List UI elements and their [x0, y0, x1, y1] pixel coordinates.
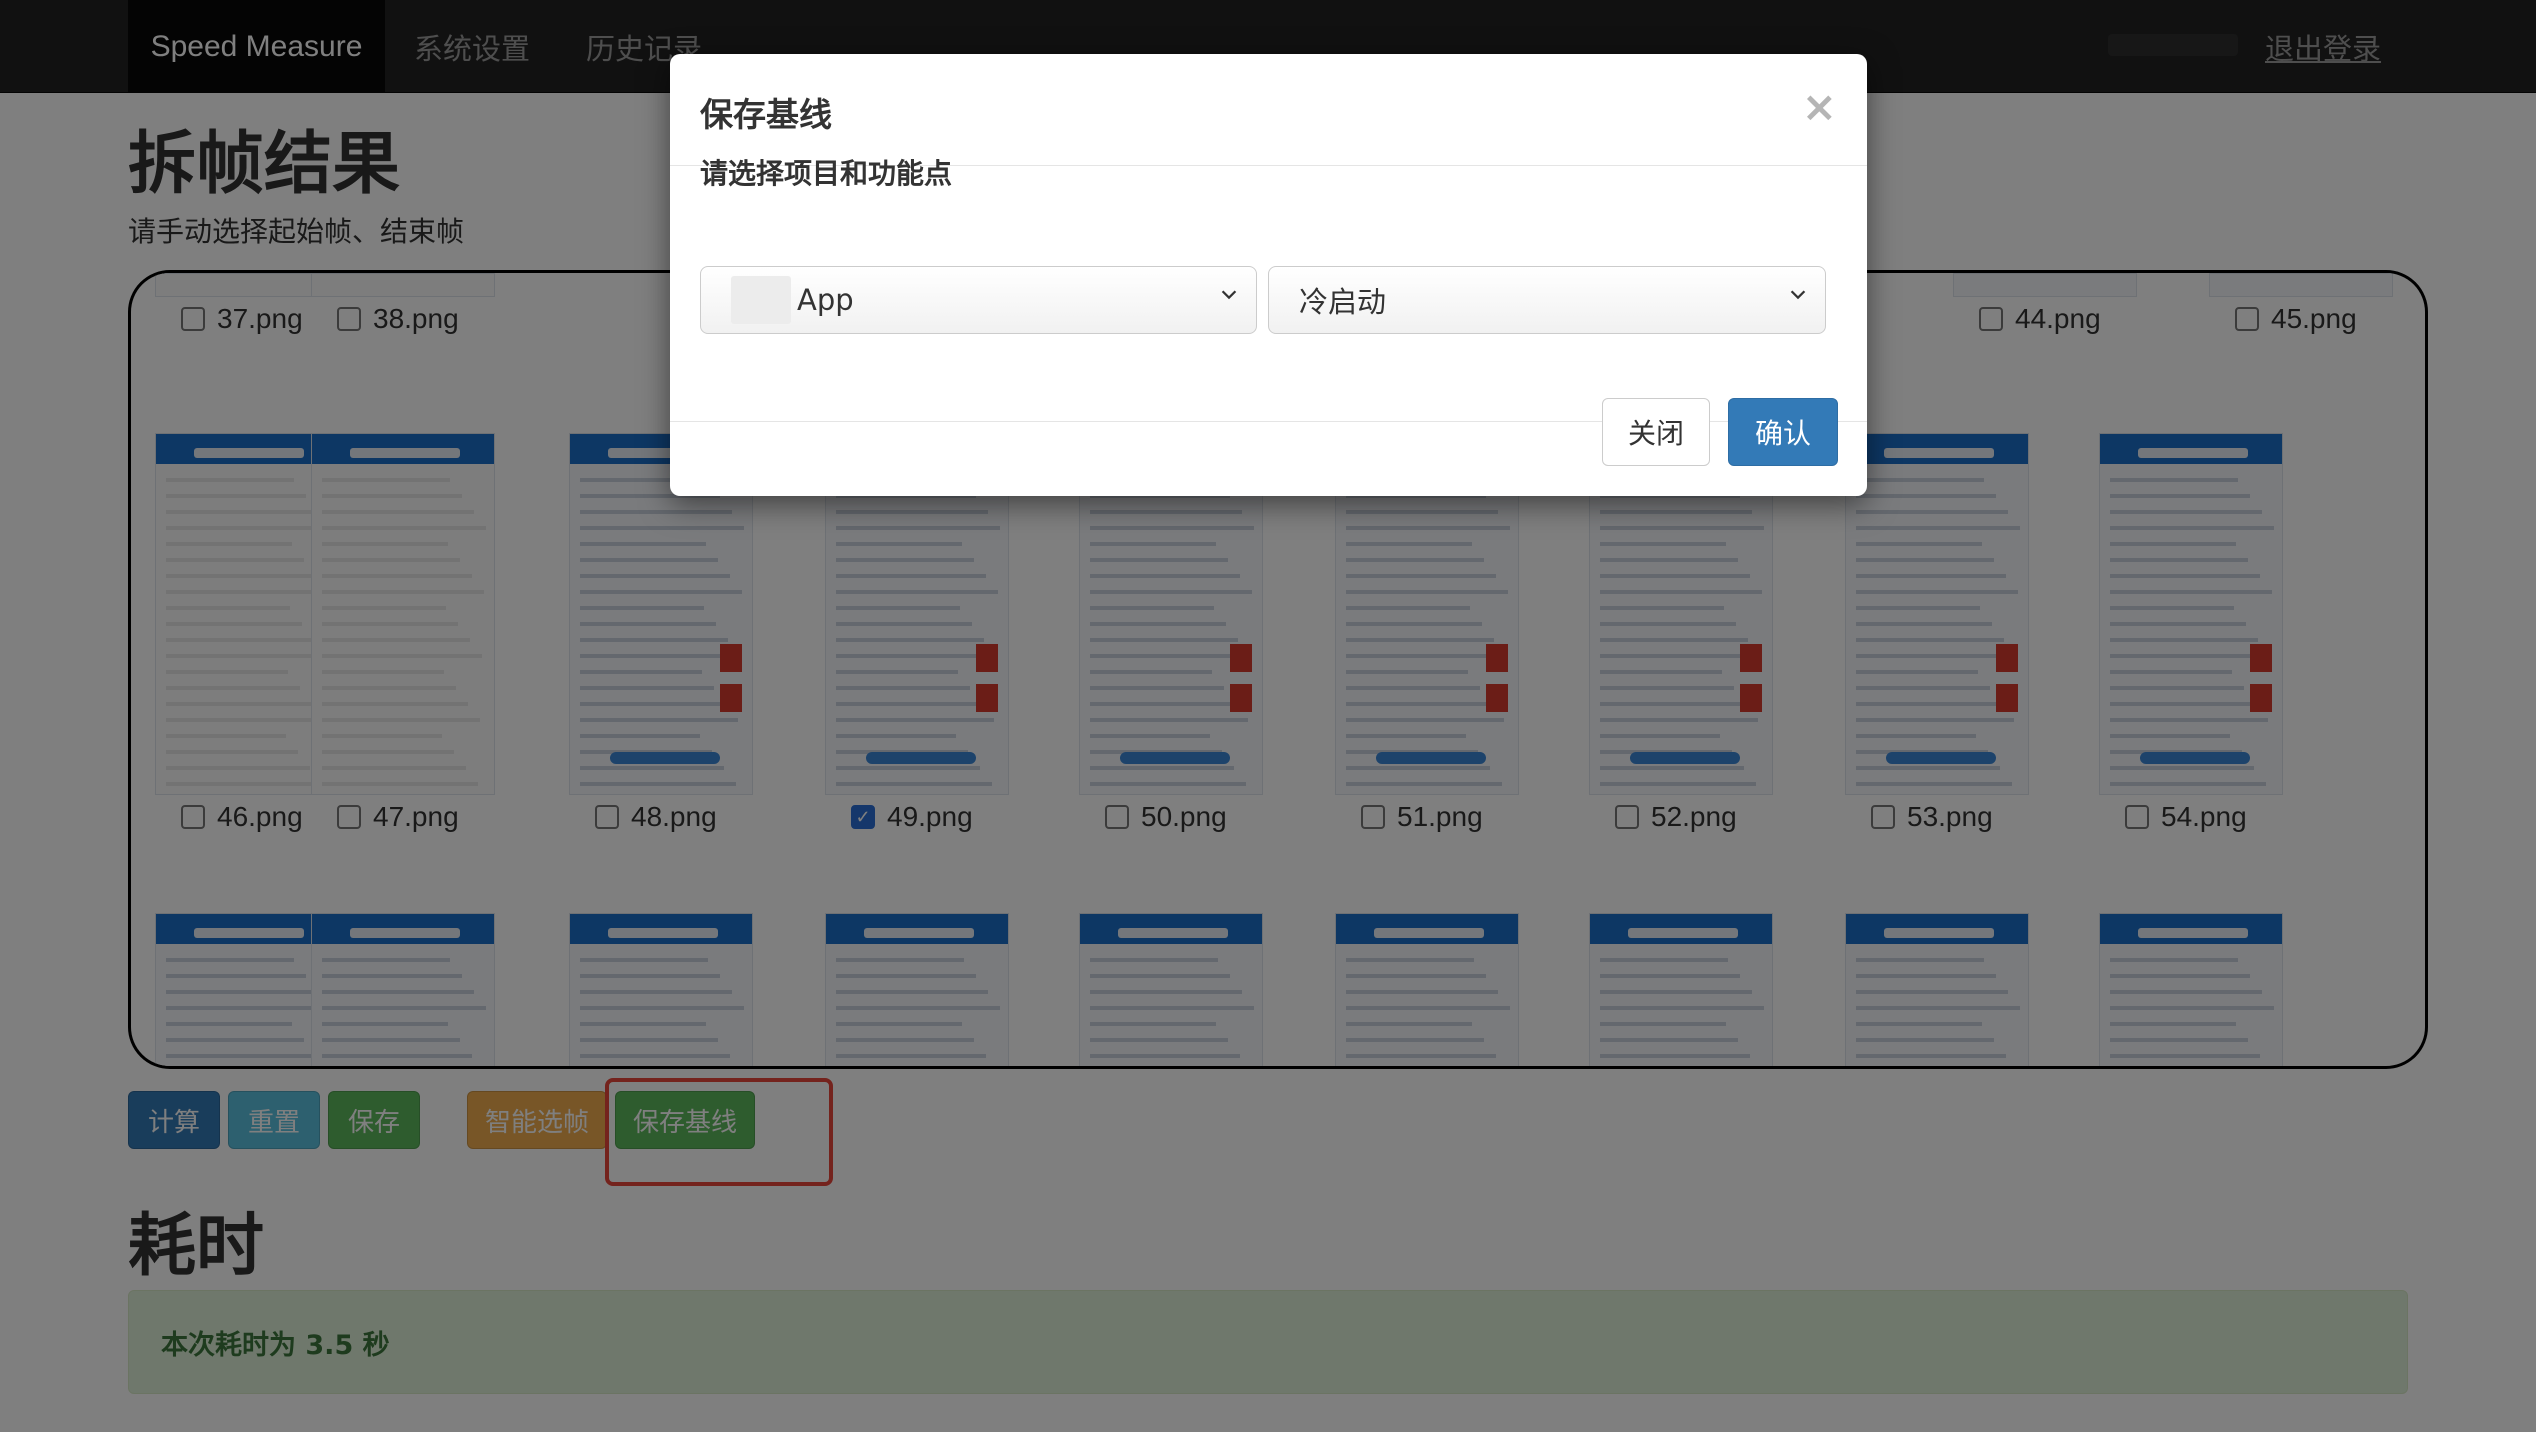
project-select-value: App — [797, 283, 854, 317]
modal-close-button[interactable]: 关闭 — [1602, 398, 1710, 466]
chevron-down-icon — [1790, 290, 1806, 300]
feature-select-value: 冷启动 — [1299, 285, 1387, 319]
project-select[interactable]: App — [700, 266, 1257, 334]
modal-header: 保存基线 × — [670, 54, 1867, 166]
modal-label: 请选择项目和功能点 — [700, 157, 953, 190]
modal-title: 保存基线 — [700, 95, 832, 134]
modal-confirm-button[interactable]: 确认 — [1728, 398, 1838, 466]
close-icon[interactable]: × — [1802, 82, 1837, 131]
save-baseline-modal: 保存基线 × 请选择项目和功能点 App 冷启动 关闭 确认 — [670, 54, 1867, 496]
project-name-redacted — [731, 276, 791, 324]
chevron-down-icon — [1221, 290, 1237, 300]
feature-select[interactable]: 冷启动 — [1268, 266, 1826, 334]
